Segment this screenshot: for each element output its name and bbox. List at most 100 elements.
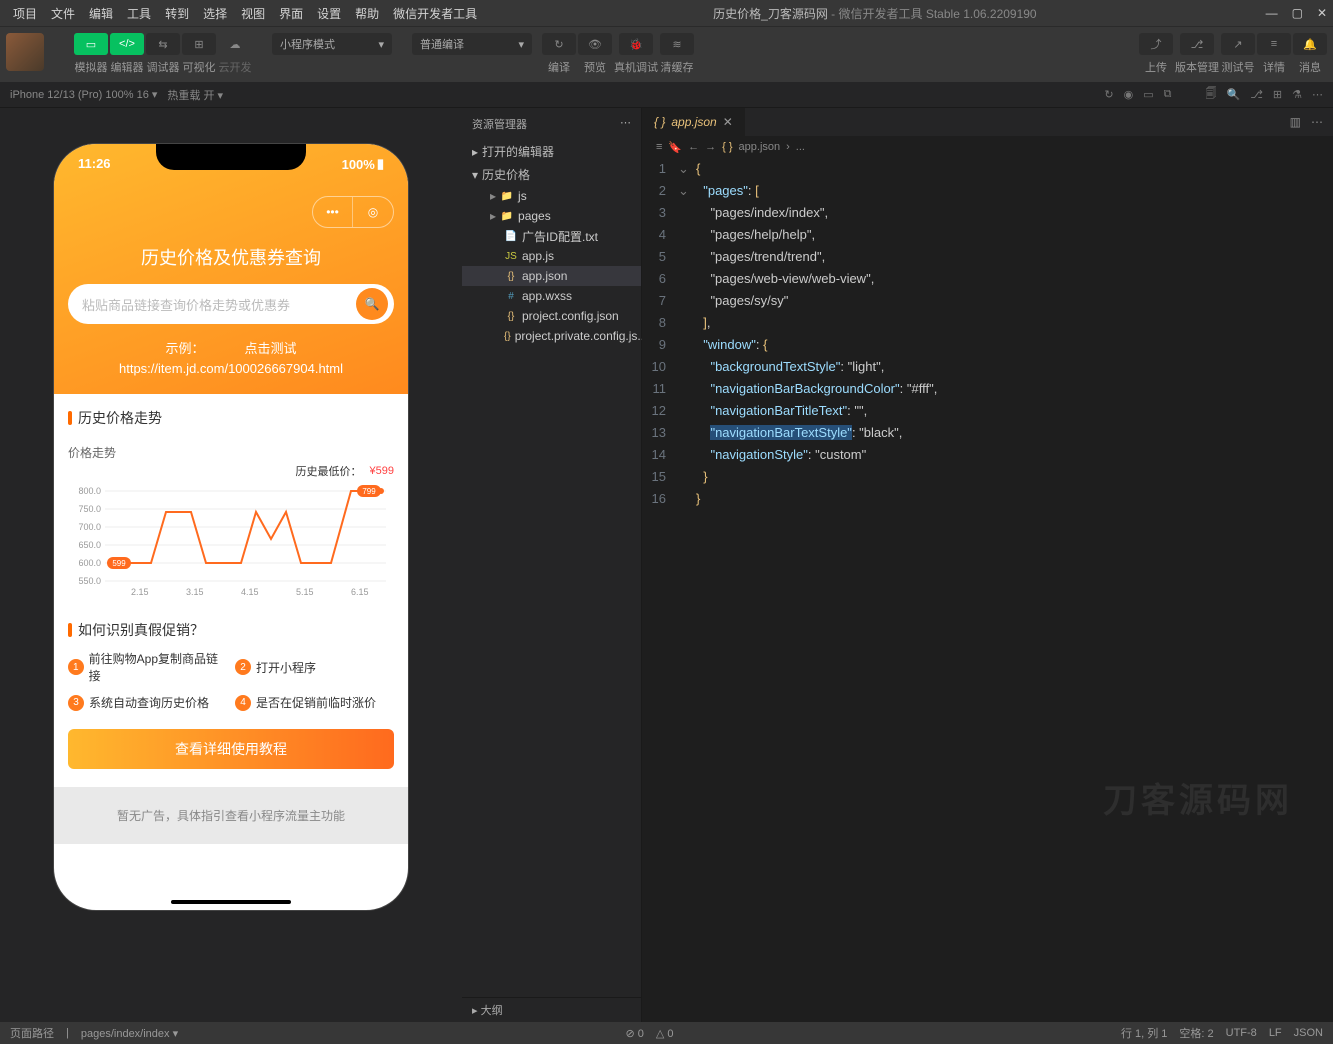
version-lbl: 版本管理 xyxy=(1175,59,1219,75)
details-button[interactable]: ≡ xyxy=(1257,33,1291,55)
file-tree-item[interactable]: 📄广告ID配置.txt xyxy=(462,226,641,246)
preview-button[interactable]: 👁 xyxy=(578,33,612,55)
file-tree-item[interactable]: {}app.json xyxy=(462,266,641,286)
record-icon[interactable]: ◉ xyxy=(1124,88,1134,101)
test-button[interactable]: ↗ xyxy=(1221,33,1255,55)
example-test-link[interactable]: 点击测试 xyxy=(245,338,297,357)
compile-select[interactable]: 普通编译▾ xyxy=(412,33,532,55)
phone-frame: 11:26 100%▮ ••• ◎ 历史价格及优惠券查询 粘贴商品链接查询价格走… xyxy=(54,144,408,910)
errors-count[interactable]: ⊘ 0 xyxy=(626,1027,644,1040)
compile-button[interactable]: ↻ xyxy=(542,33,576,55)
menu-select[interactable]: 选择 xyxy=(196,5,234,22)
file-tree-item[interactable]: JSapp.js xyxy=(462,246,641,266)
watermark: 刀客源码网 xyxy=(1103,773,1293,822)
search-button[interactable]: 🔍 xyxy=(356,288,388,320)
visual-button[interactable]: ⊞ xyxy=(182,33,216,55)
outline-section[interactable]: ▸ 大纲 xyxy=(462,997,641,1022)
search-icon[interactable]: 🔍 xyxy=(1227,88,1241,101)
page-path-label: 页面路径 xyxy=(10,1025,54,1041)
menu-edit[interactable]: 编辑 xyxy=(82,5,120,22)
code-editor[interactable]: 12345678910111213141516 ⌄⌄ { "pages": [ … xyxy=(642,158,1333,510)
menu-help[interactable]: 帮助 xyxy=(348,5,386,22)
file-tree-item[interactable]: {}project.config.json xyxy=(462,306,641,326)
open-editors-section[interactable]: ▸打开的编辑器 xyxy=(462,140,641,163)
close-tab-icon[interactable]: ✕ xyxy=(723,115,733,129)
split-icon[interactable]: ▥ xyxy=(1290,115,1301,129)
bookmark-icon[interactable]: 🔖 xyxy=(668,141,682,154)
device-icon[interactable]: ▭ xyxy=(1143,88,1153,101)
price-chart: 800.0 750.0 700.0 650.0 600.0 550.0 xyxy=(68,479,394,599)
more-icon[interactable]: ⋯ xyxy=(1312,88,1323,101)
simulator-button[interactable]: ▭ xyxy=(74,33,108,55)
menu-tool[interactable]: 工具 xyxy=(120,5,158,22)
maximize-button[interactable]: ▢ xyxy=(1292,6,1303,20)
copy-icon[interactable]: ⧉ xyxy=(1164,88,1172,101)
refresh-icon[interactable]: ↻ xyxy=(1104,88,1113,101)
cursor-position[interactable]: 行 1, 列 1 xyxy=(1121,1025,1167,1041)
section-bar-icon xyxy=(68,411,72,425)
encoding[interactable]: UTF-8 xyxy=(1226,1027,1257,1039)
mode-select[interactable]: 小程序模式▾ xyxy=(272,33,392,55)
files-icon[interactable]: 🗐 xyxy=(1206,85,1217,104)
capsule-menu-button[interactable]: ••• xyxy=(313,197,353,227)
cloud-button[interactable]: ☁ xyxy=(218,33,252,55)
explorer-more-icon[interactable]: ⋯ xyxy=(620,116,631,132)
eol[interactable]: LF xyxy=(1269,1027,1282,1039)
example-url[interactable]: https://item.jd.com/100026667904.html xyxy=(68,361,394,376)
indent-setting[interactable]: 空格: 2 xyxy=(1179,1025,1213,1041)
page-path-select[interactable]: pages/index/index ▾ xyxy=(81,1027,178,1040)
menu-bar: 项目 文件 编辑 工具 转到 选择 视图 界面 设置 帮助 微信开发者工具 历史… xyxy=(0,0,1333,26)
warnings-count[interactable]: △ 0 xyxy=(656,1027,674,1040)
menu-view[interactable]: 视图 xyxy=(234,5,272,22)
menu-goto[interactable]: 转到 xyxy=(158,5,196,22)
capsule-close-button[interactable]: ◎ xyxy=(353,197,393,227)
file-tree-item[interactable]: ▸📁pages xyxy=(462,206,641,226)
menu-settings[interactable]: 设置 xyxy=(310,5,348,22)
svg-text:650.0: 650.0 xyxy=(78,540,101,550)
upload-button[interactable]: ⤴ xyxy=(1139,33,1173,55)
file-tree-item[interactable]: {}project.private.config.js... xyxy=(462,326,641,346)
breadcrumb[interactable]: ≡ 🔖 ← → { }app.json›... xyxy=(642,136,1333,158)
step-2: 打开小程序 xyxy=(256,659,316,676)
branch-icon[interactable]: ⎇ xyxy=(1250,88,1263,101)
messages-lbl: 消息 xyxy=(1299,59,1321,75)
editor-tab[interactable]: { }app.json✕ xyxy=(642,108,745,136)
test-lbl: 测试号 xyxy=(1222,59,1255,75)
ext-icon[interactable]: ⊞ xyxy=(1273,88,1282,101)
simulator-panel: 11:26 100%▮ ••• ◎ 历史价格及优惠券查询 粘贴商品链接查询价格走… xyxy=(0,108,462,1022)
editor-button[interactable]: </> xyxy=(110,33,144,55)
chart-low-value: ¥599 xyxy=(370,465,394,477)
realdevice-button[interactable]: 🐞 xyxy=(619,33,653,55)
debugger-button[interactable]: ⇆ xyxy=(146,33,180,55)
tutorial-button[interactable]: 查看详细使用教程 xyxy=(68,729,394,769)
forward-icon[interactable]: → xyxy=(705,141,716,153)
file-tree-item[interactable]: ▸📁js xyxy=(462,186,641,206)
clearcache-button[interactable]: ≋ xyxy=(660,33,694,55)
avatar[interactable] xyxy=(6,33,44,71)
toolbar: ▭模拟器 </>编辑器 ⇆调试器 ⊞可视化 ☁云开发 小程序模式▾ 普通编译▾ … xyxy=(0,26,1333,82)
file-tree-item[interactable]: #app.wxss xyxy=(462,286,641,306)
menu-file[interactable]: 文件 xyxy=(44,5,82,22)
home-indicator xyxy=(171,900,291,904)
search-box[interactable]: 粘贴商品链接查询价格走势或优惠券 🔍 xyxy=(68,284,394,324)
fold-icon[interactable]: ≡ xyxy=(656,141,662,153)
back-icon[interactable]: ← xyxy=(688,141,699,153)
svg-text:599: 599 xyxy=(112,559,126,568)
device-select[interactable]: iPhone 12/13 (Pro) 100% 16 ▾ xyxy=(10,88,157,101)
more-icon[interactable]: ⋯ xyxy=(1311,115,1323,129)
menu-project[interactable]: 项目 xyxy=(6,5,44,22)
minimize-button[interactable]: — xyxy=(1266,6,1278,20)
version-button[interactable]: ⎇ xyxy=(1180,33,1214,55)
step-badge: 4 xyxy=(235,695,251,711)
test-icon[interactable]: ⚗ xyxy=(1292,88,1302,101)
close-button[interactable]: ✕ xyxy=(1317,6,1327,20)
messages-button[interactable]: 🔔 xyxy=(1293,33,1327,55)
language-mode[interactable]: JSON xyxy=(1294,1027,1323,1039)
menu-wxdev[interactable]: 微信开发者工具 xyxy=(386,5,484,22)
details-lbl: 详情 xyxy=(1263,59,1285,75)
window-title: 历史价格_刀客源码网 - 微信开发者工具 Stable 1.06.2209190 xyxy=(484,5,1265,22)
hotreload-toggle[interactable]: 热重载 开 ▾ xyxy=(167,87,223,103)
project-section[interactable]: ▾历史价格 xyxy=(462,163,641,186)
menu-ui[interactable]: 界面 xyxy=(272,5,310,22)
chevron-right-icon: ▸ xyxy=(472,145,478,159)
